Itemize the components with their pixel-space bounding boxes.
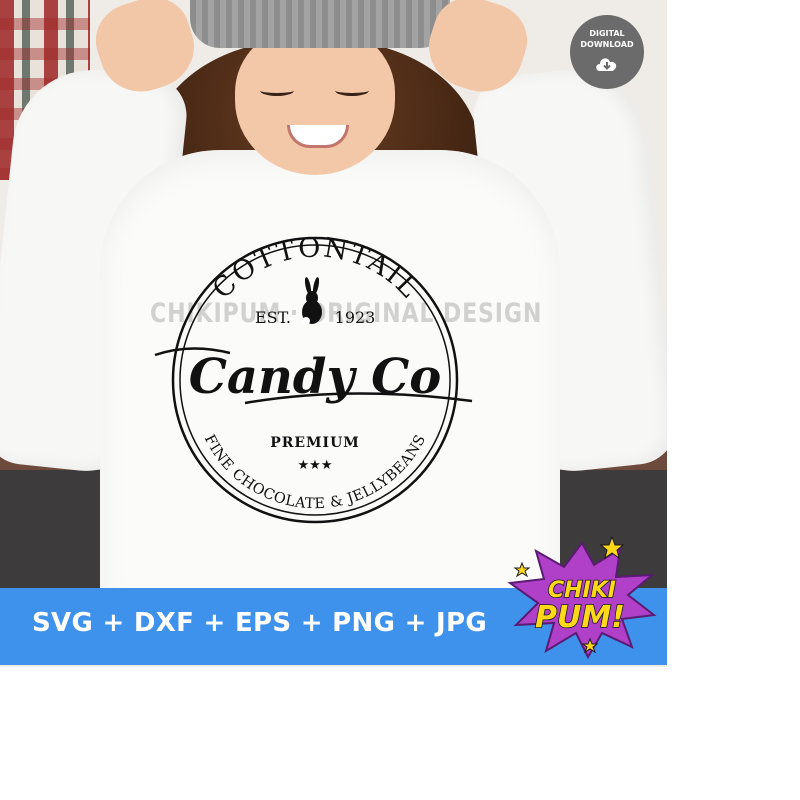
chikipum-logo: CHIKI PUM! [507, 535, 657, 660]
bunny-icon [302, 277, 322, 325]
logo-script: Candy Co [189, 349, 442, 405]
product-image: CHIKIPUM · ORIGINAL DESIGN COTTONTAIL ES… [0, 0, 667, 667]
left-eye [260, 85, 294, 96]
badge-line-1: DIGITAL [589, 29, 625, 38]
star-icon [513, 561, 531, 578]
cottontail-logo: COTTONTAIL EST. 1923 Candy Co PREMIUM ★★… [154, 235, 473, 524]
premium-text: PREMIUM [270, 435, 360, 451]
est-text-right: 1923 [335, 308, 376, 327]
beanie [190, 0, 450, 48]
smile [287, 125, 349, 148]
digital-download-badge: DIGITAL DOWNLOAD [570, 15, 644, 89]
file-formats-text: SVG + DXF + EPS + PNG + JPG [32, 608, 488, 638]
stars: ★★★ [298, 458, 333, 473]
right-eye [335, 85, 369, 96]
brand-line-2: PUM! [535, 600, 625, 635]
cloud-download-icon [596, 58, 617, 71]
est-text-left: EST. [255, 308, 291, 327]
badge-line-2: DOWNLOAD [580, 40, 634, 49]
